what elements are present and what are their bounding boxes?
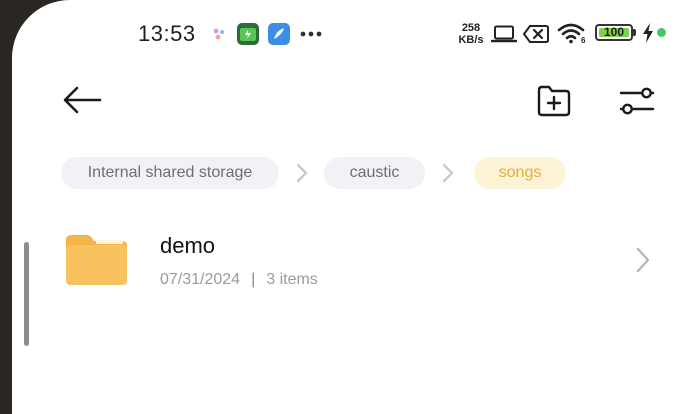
net-speed: 258 KB/s — [454, 22, 488, 46]
net-speed-unit: KB/s — [458, 34, 484, 46]
status-bar: 13:53 258 KB/s 6 100 — [12, 0, 696, 66]
green-dot-indicator — [657, 28, 666, 37]
battery-level: 100 — [603, 25, 625, 39]
breadcrumb-item-songs[interactable]: songs — [474, 157, 566, 189]
folder-name: demo — [160, 233, 216, 258]
phone-screen: 13:53 258 KB/s 6 100 Internal shared sto… — [12, 0, 696, 414]
wifi-6-icon: 6 — [557, 23, 586, 44]
breadcrumb-label: songs — [498, 164, 542, 181]
battery-icon: 100 — [595, 24, 633, 41]
folder-item-count: 3 items — [266, 271, 318, 288]
svg-text:6: 6 — [581, 36, 586, 44]
battery-tip — [633, 29, 636, 36]
chevron-right-icon — [296, 163, 308, 183]
filter-sliders-icon[interactable] — [618, 84, 656, 118]
laptop-icon — [491, 25, 517, 43]
scrollbar[interactable] — [24, 242, 29, 346]
assistant-dots-icon — [213, 28, 224, 40]
new-folder-icon[interactable] — [536, 84, 572, 118]
breadcrumb-item-internal-storage[interactable]: Internal shared storage — [61, 157, 279, 189]
meta-divider: | — [251, 271, 256, 288]
battery-saver-app-icon — [237, 23, 259, 45]
breadcrumb-item-caustic[interactable]: caustic — [324, 157, 425, 189]
back-arrow-icon[interactable] — [60, 84, 104, 116]
folder-icon — [66, 235, 127, 285]
breadcrumb-label: caustic — [349, 164, 400, 181]
notes-app-icon — [268, 23, 290, 45]
more-dots-icon — [300, 31, 322, 37]
net-speed-value: 258 — [461, 22, 481, 34]
folder-date: 07/31/2024 — [160, 271, 241, 288]
breadcrumb-label: Internal shared storage — [87, 164, 253, 181]
folder-meta: 07/31/2024 | 3 items — [160, 271, 318, 289]
charging-icon — [643, 23, 653, 43]
sim-x-icon — [523, 25, 549, 43]
chevron-right-icon — [636, 247, 650, 273]
list-item[interactable]: demo 07/31/2024 | 3 items — [12, 214, 696, 310]
chevron-right-icon — [442, 163, 454, 183]
status-time: 13:53 — [138, 21, 196, 46]
